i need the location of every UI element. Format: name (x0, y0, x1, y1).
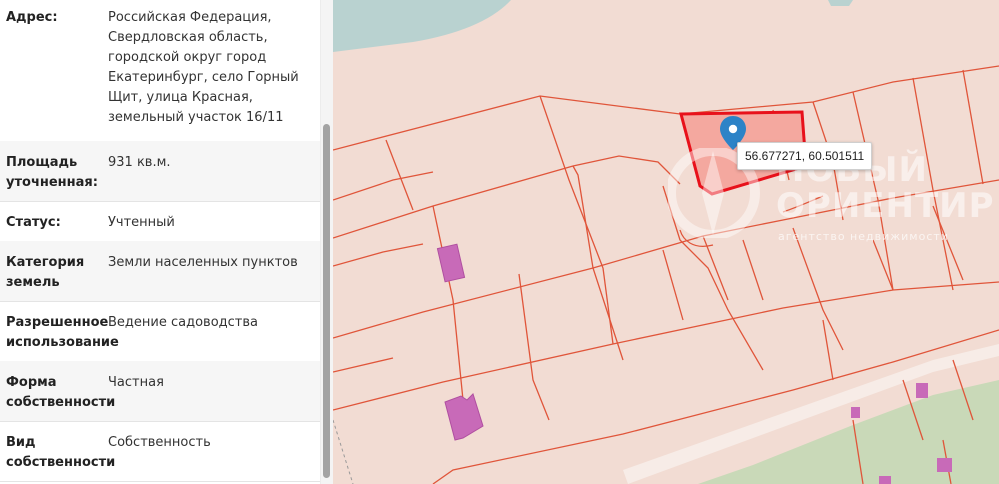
coordinates-popup: 56.677271, 60.501511 (737, 142, 873, 170)
address-row: Адрес: Российская Федерация, Свердловска… (0, 0, 320, 142)
water-area-small (828, 0, 853, 6)
permitted-use-label: Разрешенное использование (6, 315, 119, 350)
area-label: Площадь уточненная: (6, 155, 98, 190)
building-4 (916, 383, 928, 398)
land-category-label: Категория земель (6, 255, 85, 290)
parcel-info-panel: Адрес: Российская Федерация, Свердловска… (0, 0, 333, 484)
permitted-use-row: Разрешенное использование Ведение садово… (0, 301, 320, 362)
ownership-type-value: Собственность (108, 435, 211, 450)
map-canvas (333, 0, 999, 484)
ownership-type-label: Вид собственности (6, 435, 116, 470)
land-category-value: Земли населенных пунктов (108, 255, 298, 270)
ownership-type-row: Вид собственности Собственность (0, 421, 320, 482)
building-6 (879, 476, 891, 484)
area-row: Площадь уточненная: 931 кв.м. (0, 141, 320, 202)
address-value: Российская Федерация, Свердловская облас… (108, 10, 299, 125)
ownership-form-label: Форма собственности (6, 375, 116, 410)
building-5 (937, 458, 952, 472)
ownership-form-row: Форма собственности Частная (0, 361, 320, 422)
scrollbar-thumb[interactable] (323, 124, 330, 478)
cadastral-map[interactable]: НОВЫЙ ОРИЕНТИР агентство недвижимости (333, 0, 999, 484)
status-value: Учтенный (108, 215, 175, 230)
land-category-row: Категория земель Земли населенных пункто… (0, 241, 320, 302)
status-label: Статус: (6, 215, 61, 230)
ownership-form-value: Частная (108, 375, 164, 390)
permitted-use-value: Ведение садоводства (108, 315, 258, 330)
building-3 (851, 407, 860, 418)
status-row: Статус: Учтенный (0, 201, 320, 242)
area-value: 931 кв.м. (108, 155, 171, 170)
address-label: Адрес: (6, 10, 58, 25)
